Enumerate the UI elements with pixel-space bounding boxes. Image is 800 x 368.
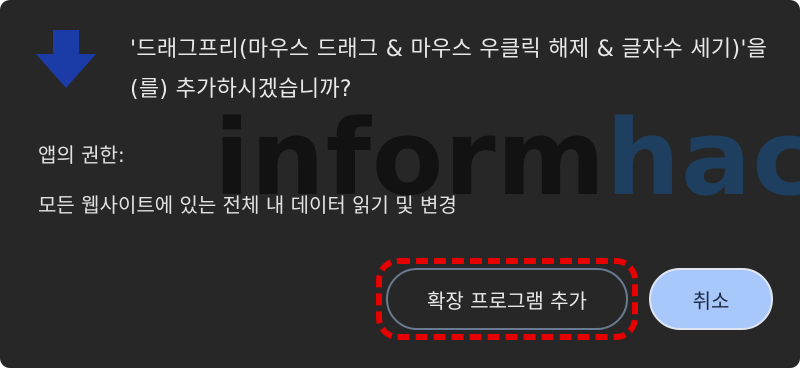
watermark-hack: hack [606,97,800,219]
permission-item: 모든 웹사이트에 있는 전체 내 데이터 읽기 및 변경 [38,193,457,217]
cancel-button[interactable]: 취소 [649,268,773,330]
install-extension-dialog: informhack '드래그프리(마우스 드래그 & 마우스 우클릭 해제 &… [0,0,800,368]
permissions-heading: 앱의 권한: [38,143,125,167]
dialog-title: '드래그프리(마우스 드래그 & 마우스 우클릭 해제 & 글자수 세기)'을(… [130,37,768,102]
download-arrow-icon [36,30,96,88]
add-extension-button[interactable]: 확장 프로그램 추가 [386,268,628,330]
